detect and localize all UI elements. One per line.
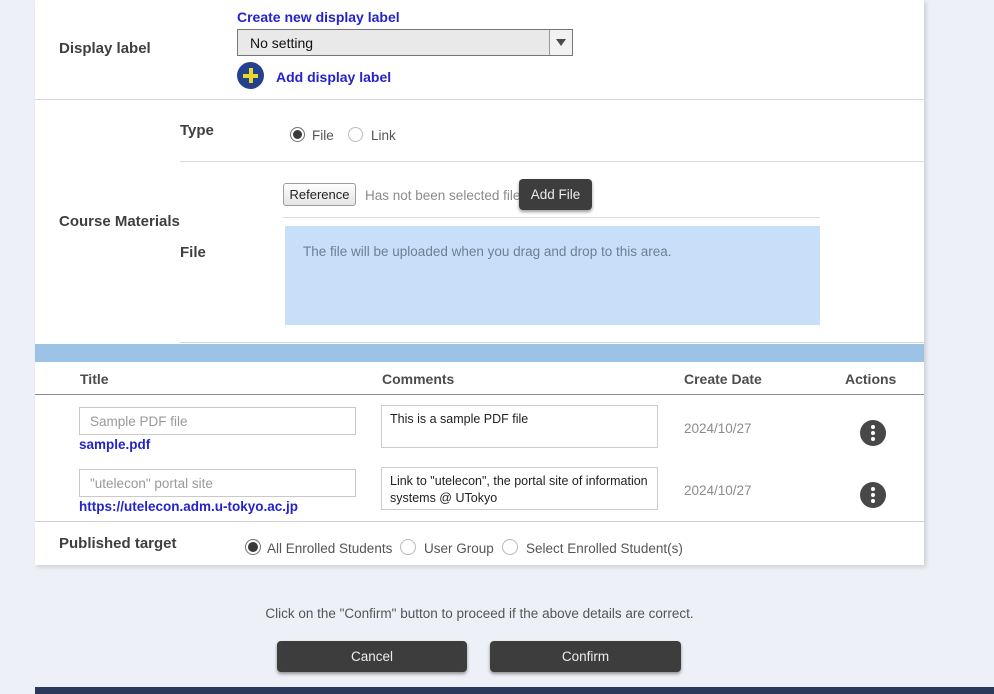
radio-type-file-label[interactable]: File bbox=[312, 128, 334, 143]
material-title-input[interactable] bbox=[79, 407, 356, 435]
header-divider bbox=[35, 394, 924, 395]
type-label: Type bbox=[180, 122, 214, 139]
column-header-title: Title bbox=[80, 371, 109, 387]
display-label-select-value: No setting bbox=[238, 30, 549, 55]
radio-select-enrolled-students[interactable] bbox=[502, 539, 518, 555]
kebab-menu-icon[interactable] bbox=[860, 420, 886, 446]
material-title-input[interactable] bbox=[79, 469, 356, 497]
radio-user-group[interactable] bbox=[400, 539, 416, 555]
add-display-label-button[interactable]: Add display label bbox=[276, 69, 391, 85]
radio-user-group-label[interactable]: User Group bbox=[424, 541, 494, 556]
sub-divider bbox=[180, 342, 924, 343]
section-divider bbox=[35, 99, 924, 100]
radio-select-enrolled-students-label[interactable]: Select Enrolled Student(s) bbox=[526, 541, 683, 556]
radio-type-file[interactable] bbox=[290, 127, 305, 142]
course-materials-label: Course Materials bbox=[59, 213, 180, 230]
section-divider bbox=[180, 161, 924, 162]
add-file-button[interactable]: Add File bbox=[519, 179, 592, 210]
course-materials-registration-page: Display label Create new display label N… bbox=[0, 0, 994, 694]
form-panel: Display label Create new display label N… bbox=[35, 0, 924, 565]
radio-all-enrolled-students[interactable] bbox=[245, 539, 261, 555]
column-header-actions: Actions bbox=[845, 371, 896, 387]
material-url-link[interactable]: https://utelecon.adm.u-tokyo.ac.jp bbox=[79, 499, 298, 514]
radio-type-link[interactable] bbox=[348, 127, 363, 142]
chevron-down-icon bbox=[556, 39, 566, 46]
display-label-select[interactable]: No setting bbox=[237, 29, 573, 56]
material-comment-field[interactable]: This is a sample PDF file bbox=[381, 405, 658, 448]
table-accent-bar bbox=[35, 344, 924, 362]
plus-icon[interactable] bbox=[237, 62, 264, 89]
column-header-comments: Comments bbox=[382, 371, 454, 387]
create-new-display-label-link[interactable]: Create new display label bbox=[237, 9, 400, 25]
column-header-create-date: Create Date bbox=[684, 371, 762, 387]
file-drop-area[interactable]: The file will be uploaded when you drag … bbox=[285, 226, 820, 325]
confirm-instruction-text: Click on the "Confirm" button to proceed… bbox=[35, 606, 924, 621]
file-status-text: Has not been selected file. bbox=[365, 188, 524, 203]
create-date-value: 2024/10/27 bbox=[684, 421, 752, 436]
published-target-label: Published target bbox=[59, 535, 177, 552]
sub-divider bbox=[283, 217, 820, 218]
create-date-value: 2024/10/27 bbox=[684, 483, 752, 498]
display-label-label: Display label bbox=[59, 40, 151, 57]
radio-type-link-label[interactable]: Link bbox=[371, 128, 396, 143]
dropdown-arrow-button[interactable] bbox=[549, 30, 572, 55]
radio-all-enrolled-students-label[interactable]: All Enrolled Students bbox=[267, 541, 392, 556]
file-label: File bbox=[180, 244, 206, 261]
cancel-button[interactable]: Cancel bbox=[277, 641, 467, 672]
section-divider bbox=[35, 521, 924, 522]
material-file-link[interactable]: sample.pdf bbox=[79, 437, 150, 452]
page-footer-bar bbox=[35, 687, 994, 694]
reference-button[interactable]: Reference bbox=[283, 183, 356, 206]
material-comment-field[interactable]: Link to "utelecon", the portal site of i… bbox=[381, 467, 658, 510]
confirm-button[interactable]: Confirm bbox=[490, 641, 681, 672]
kebab-menu-icon[interactable] bbox=[860, 482, 886, 508]
